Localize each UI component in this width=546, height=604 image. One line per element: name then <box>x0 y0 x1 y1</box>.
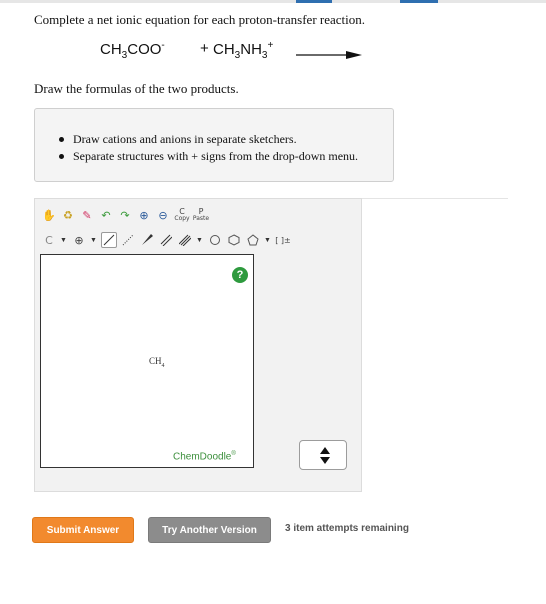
help-icon[interactable]: ? <box>232 267 248 283</box>
progress-segment <box>400 0 438 3</box>
chevron-down-icon[interactable]: ▼ <box>264 236 271 244</box>
atom-carbon-button[interactable]: C <box>41 232 57 248</box>
drawing-canvas[interactable]: ? CH4 ChemDoodle® <box>40 254 254 468</box>
recycle-icon[interactable]: ♻ <box>60 207 76 223</box>
submit-answer-button[interactable]: Submit Answer <box>32 517 134 543</box>
redo-icon[interactable]: ↷ <box>117 207 133 223</box>
instruction-item: Draw cations and anions in separate sket… <box>57 131 358 148</box>
chevron-down-icon[interactable]: ▼ <box>60 236 67 244</box>
eraser-icon[interactable]: ✎ <box>79 207 95 223</box>
sketcher-toolbar-top: ✋ ♻ ✎ ↶ ↷ ⊕ ⊖ C Copy P Paste <box>41 205 212 225</box>
copy-label: Copy <box>174 215 190 222</box>
wedge-bond-icon[interactable] <box>139 232 155 248</box>
instruction-text: Draw the formulas of the two products. <box>34 81 239 96</box>
bracket-charge-button[interactable]: [ ]± <box>275 232 291 248</box>
zoom-out-icon[interactable]: ⊖ <box>155 207 171 223</box>
ring-cyclopropane-icon[interactable] <box>207 232 223 248</box>
arrow-up-icon <box>320 447 330 454</box>
divider <box>362 198 508 199</box>
equation-plus: + <box>200 40 209 57</box>
sketcher-toolbar-bottom: C ▼ ⊕ ▼ ▼ ▼ [ ]± <box>41 230 294 250</box>
ring-benzene-icon[interactable] <box>226 232 242 248</box>
double-bond-icon[interactable] <box>158 232 174 248</box>
paste-label: Paste <box>192 215 210 222</box>
instructions-box: Draw cations and anions in separate sket… <box>34 108 394 182</box>
paste-button[interactable]: P Paste <box>193 207 209 223</box>
hash-bond-icon[interactable] <box>120 232 136 248</box>
hand-icon[interactable]: ✋ <box>41 207 57 223</box>
chevron-down-icon[interactable]: ▼ <box>90 236 97 244</box>
zoom-in-icon[interactable]: ⊕ <box>136 207 152 223</box>
attempts-remaining: 3 item attempts remaining <box>285 523 409 534</box>
undo-icon[interactable]: ↶ <box>98 207 114 223</box>
copy-button[interactable]: C Copy <box>174 207 190 223</box>
molecule-label: CH4 <box>149 356 165 369</box>
try-another-version-button[interactable]: Try Another Version <box>148 517 271 543</box>
question-text: Complete a net ionic equation for each p… <box>34 12 366 27</box>
ring-pentagon-icon[interactable] <box>245 232 261 248</box>
reactant-methylammonium: CH3NH3+ <box>213 40 274 61</box>
arrow-down-icon <box>320 457 330 464</box>
chemdoodle-logo: ChemDoodle® <box>173 451 236 463</box>
instructions-list: Draw cations and anions in separate sket… <box>57 131 358 165</box>
chevron-down-icon[interactable]: ▼ <box>196 236 203 244</box>
instruction-item: Separate structures with + signs from th… <box>57 148 358 165</box>
chemdoodle-sketcher: ✋ ♻ ✎ ↶ ↷ ⊕ ⊖ C Copy P Paste C ▼ ⊕ ▼ ▼ ▼ [… <box>34 198 362 492</box>
progress-segment <box>296 0 332 3</box>
single-bond-icon[interactable] <box>101 232 117 248</box>
triple-bond-icon[interactable] <box>177 232 193 248</box>
separator-dropdown[interactable] <box>299 440 347 470</box>
charge-button[interactable]: ⊕ <box>71 232 87 248</box>
reaction-arrow-icon <box>296 51 362 59</box>
top-progress-bar <box>0 0 546 3</box>
reactant-acetate: CH3COO- <box>100 40 165 61</box>
